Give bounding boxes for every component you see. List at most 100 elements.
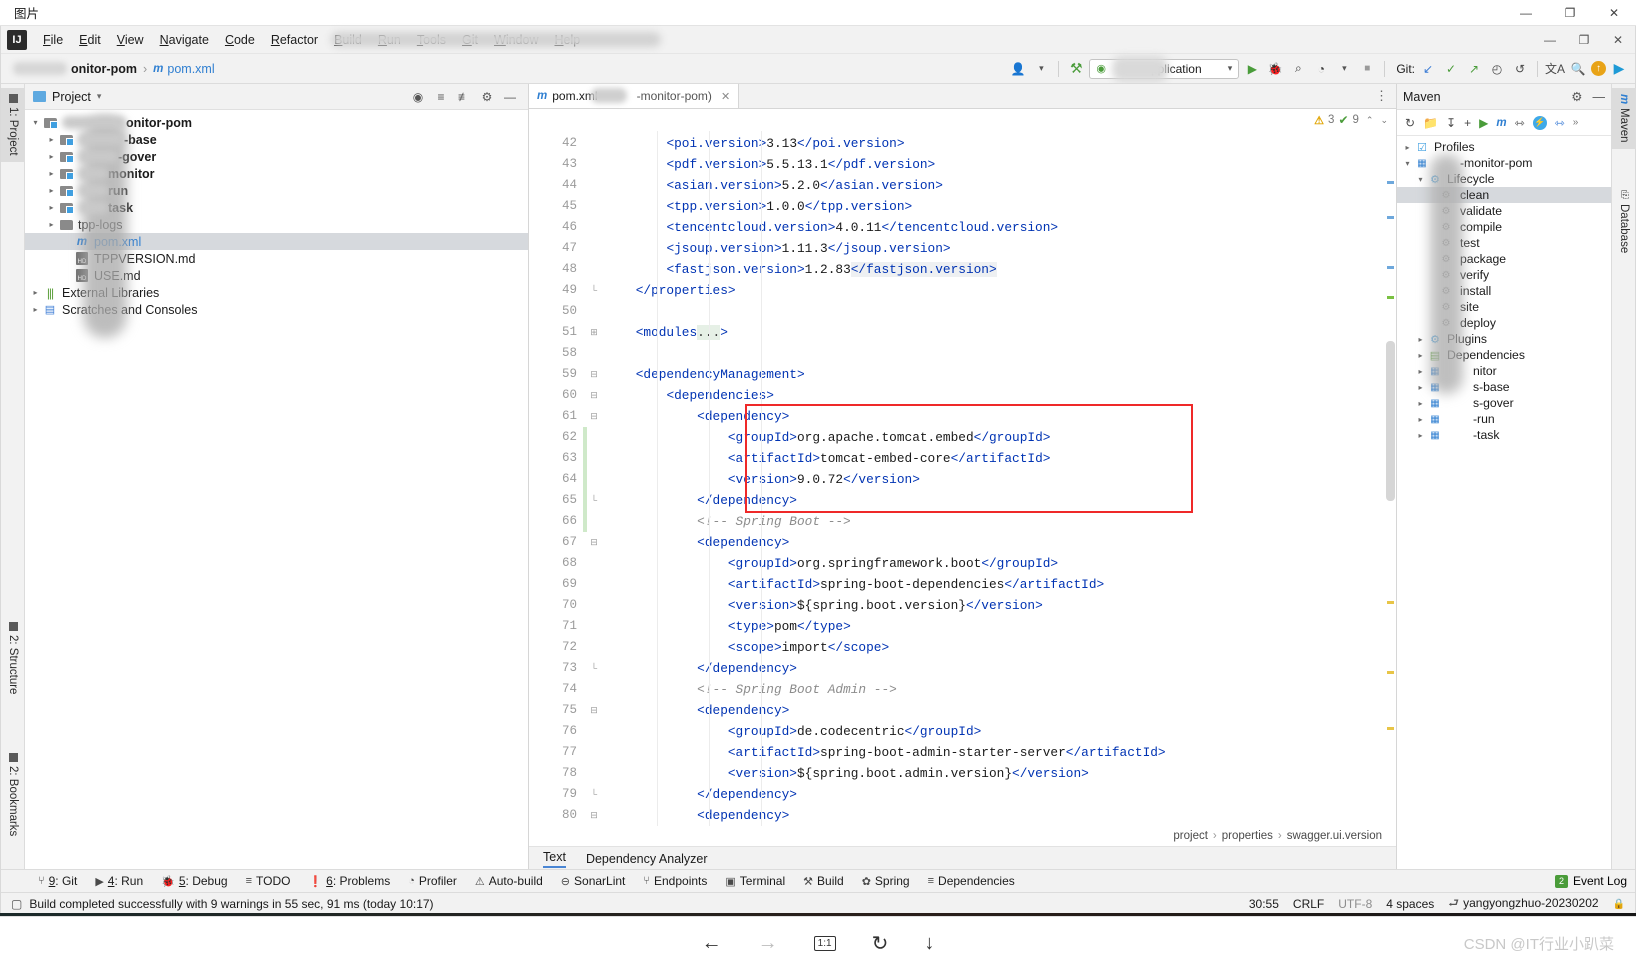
caret-position[interactable]: 30:55 — [1249, 897, 1279, 911]
menu-item-view[interactable]: View — [109, 29, 152, 51]
code-line[interactable]: <dependency> — [605, 700, 1396, 721]
maven-closed-chevron-icon[interactable] — [1401, 143, 1414, 152]
ide-close-icon[interactable]: ✕ — [1601, 27, 1635, 53]
code-line[interactable] — [605, 343, 1396, 364]
lock-icon[interactable]: 🔒 — [1613, 899, 1625, 910]
next-problem-icon[interactable]: ⌄ — [1380, 115, 1388, 126]
editor-scroll-markers[interactable] — [1384, 131, 1396, 826]
code-line[interactable]: <dependency> — [605, 532, 1396, 553]
tree-item-selected[interactable]: mpom.xml — [25, 233, 528, 250]
tree-item[interactable]: -base — [25, 131, 528, 148]
maven-item[interactable]: ▦s-gover — [1397, 395, 1611, 411]
tool-window-9-git[interactable]: ⑂9: Git — [29, 874, 86, 888]
tree-item[interactable]: onitor-pom — [25, 114, 528, 131]
stop-icon[interactable]: ■ — [1357, 59, 1377, 79]
menu-item-navigate[interactable]: Navigate — [152, 29, 217, 51]
m-icon[interactable]: m — [1496, 117, 1506, 129]
expand-all-icon[interactable]: ≡ — [433, 89, 449, 105]
event-log-label[interactable]: Event Log — [1573, 874, 1627, 888]
maven-item[interactable]: ⚙Plugins — [1397, 331, 1611, 347]
tree-item[interactable]: tpp-logs — [25, 216, 528, 233]
tree-closed-chevron-icon[interactable] — [45, 169, 58, 178]
os-close-icon[interactable]: ✕ — [1592, 0, 1636, 26]
maven-item[interactable]: ▦-task — [1397, 427, 1611, 443]
forward-arrow-icon[interactable]: → — [758, 932, 778, 955]
rail-tab-bookmarks[interactable]: 2: Bookmarks — [1, 747, 25, 842]
breadcrumb-segment[interactable]: properties — [1222, 830, 1273, 842]
code-line[interactable]: <artifactId>spring-boot-admin-starter-se… — [605, 742, 1396, 763]
maven-item[interactable]: ⚙deploy — [1397, 315, 1611, 331]
fold-gutter[interactable]: └ ⊞ ⊟⊟⊟ └ ⊟ └ ⊟ └⊟ — [583, 131, 605, 826]
tree-closed-chevron-icon[interactable] — [45, 186, 58, 195]
code-line[interactable]: <version>${spring.boot.version}</version… — [605, 595, 1396, 616]
code-line[interactable]: </dependency> — [605, 490, 1396, 511]
rail-tab-structure[interactable]: 2: Structure — [1, 616, 25, 700]
fold-expand-icon[interactable]: ⊞ — [583, 322, 605, 343]
os-maximize-icon[interactable]: ❐ — [1548, 0, 1592, 26]
code-editor[interactable]: 4243444546474849505158596061626364656667… — [529, 131, 1396, 826]
download-sources-icon[interactable]: ↧ — [1446, 116, 1456, 130]
maven-item[interactable]: ⚙install — [1397, 283, 1611, 299]
locate-icon[interactable]: ◉ — [410, 89, 426, 105]
rotate-icon[interactable]: ↻ — [872, 931, 889, 956]
maven-closed-chevron-icon[interactable] — [1414, 431, 1427, 440]
run-with-coverage-icon[interactable]: ⌕ — [1288, 59, 1308, 79]
git-commit-icon[interactable]: ✓ — [1441, 59, 1461, 79]
breadcrumb-project[interactable]: onitor-pom — [71, 62, 137, 76]
toggle-skip-tests-icon[interactable]: ⇿ — [1515, 116, 1525, 130]
maven-item[interactable]: ▦-run — [1397, 411, 1611, 427]
tree-item[interactable]: task — [25, 199, 528, 216]
tab-dependency-analyzer[interactable]: Dependency Analyzer — [586, 852, 708, 866]
tool-window-dependencies[interactable]: ≡Dependencies — [919, 874, 1024, 888]
tree-open-chevron-icon[interactable] — [29, 118, 42, 127]
maven-item-selected[interactable]: ⚙clean — [1397, 187, 1611, 203]
code-line[interactable]: <jsoup.version>1.11.3</jsoup.version> — [605, 238, 1396, 259]
code-line[interactable]: </dependency> — [605, 784, 1396, 805]
run-config-chevron-down-icon[interactable]: ▾ — [1228, 63, 1233, 74]
breadcrumb-segment[interactable]: project — [1173, 830, 1208, 842]
maven-item[interactable]: ⚙verify — [1397, 267, 1611, 283]
tree-closed-chevron-icon[interactable] — [45, 203, 58, 212]
editor-tabs-more-icon[interactable]: ⋮ — [1375, 84, 1396, 108]
code-line[interactable]: </properties> — [605, 280, 1396, 301]
code-line[interactable]: <tpp.version>1.0.0</tpp.version> — [605, 196, 1396, 217]
maven-tree[interactable]: ☑Profiles▦-monitor-pom⚙Lifecycle⚙clean⚙v… — [1397, 136, 1611, 870]
tree-item[interactable]: HDUSE.md — [25, 267, 528, 284]
maven-item[interactable]: ▦s-base — [1397, 379, 1611, 395]
project-panel-chevron-down-icon[interactable]: ▾ — [97, 91, 102, 102]
code-line[interactable]: <poi.version>3.13</poi.version> — [605, 133, 1396, 154]
tree-item[interactable]: |||External Libraries — [25, 284, 528, 301]
tool-window-endpoints[interactable]: ⑂Endpoints — [634, 874, 716, 888]
fold-collapse-icon[interactable]: ⊟ — [583, 364, 605, 385]
actual-size-icon[interactable]: 1:1 — [814, 936, 836, 951]
tool-window-4-run[interactable]: ▶4: Run — [86, 874, 152, 888]
expand-icon[interactable]: ⇿ — [1555, 116, 1565, 130]
code-line[interactable]: <type>pom</type> — [605, 616, 1396, 637]
updates-available-icon[interactable]: ↑ — [1591, 61, 1606, 76]
user-icon[interactable]: 👤 — [1008, 59, 1028, 79]
code-line[interactable]: <dependency> — [605, 406, 1396, 427]
tool-window-todo[interactable]: ≡TODO — [237, 874, 300, 888]
code-line[interactable]: <groupId>de.codecentric</groupId> — [605, 721, 1396, 742]
maven-item[interactable]: ⚙site — [1397, 299, 1611, 315]
tab-text[interactable]: Text — [543, 850, 566, 868]
line-separator[interactable]: CRLF — [1293, 897, 1324, 911]
code-line[interactable]: <groupId>org.springframework.boot</group… — [605, 553, 1396, 574]
code-line[interactable]: <version>${spring.boot.admin.version}</v… — [605, 763, 1396, 784]
git-branch[interactable]: ⮐yangyongzhuo-20230202 — [1448, 894, 1598, 915]
fold-collapse-icon[interactable]: ⊟ — [583, 406, 605, 427]
translate-icon[interactable]: 文A — [1545, 59, 1565, 79]
menu-item-code[interactable]: Code — [217, 29, 263, 51]
project-tree[interactable]: onitor-pom-base-govermonitorruntasktpp-l… — [25, 110, 528, 870]
code-line[interactable]: <!-- Spring Boot Admin --> — [605, 679, 1396, 700]
plus-icon[interactable]: + — [1464, 116, 1471, 130]
tree-item[interactable]: run — [25, 182, 528, 199]
search-icon[interactable]: 🔍 — [1568, 59, 1588, 79]
prev-problem-icon[interactable]: ⌃ — [1366, 115, 1374, 126]
reload-icon[interactable]: ↻ — [1405, 116, 1415, 130]
download-icon[interactable]: ↓ — [924, 932, 934, 955]
fold-collapse-icon[interactable]: ⊟ — [583, 700, 605, 721]
code-line[interactable]: <!-- Spring Boot --> — [605, 511, 1396, 532]
code-lines[interactable]: <poi.version>3.13</poi.version> <pdf.ver… — [605, 131, 1396, 826]
code-line[interactable]: <asian.version>5.2.0</asian.version> — [605, 175, 1396, 196]
